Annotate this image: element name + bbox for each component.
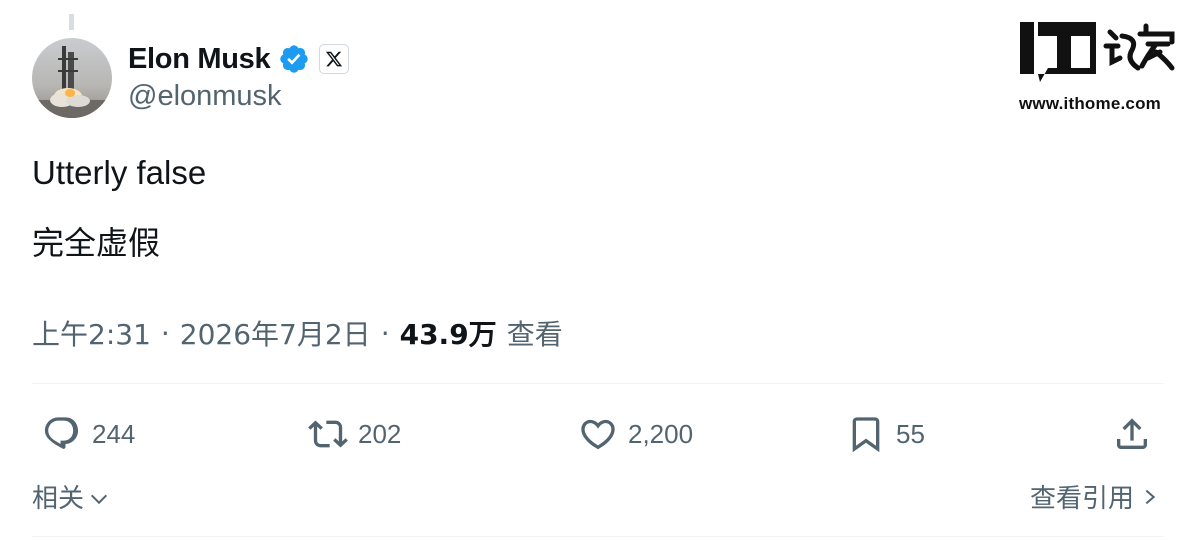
repost-count: 202 — [358, 418, 402, 449]
tweet-meta: 上午2:31 · 2026年7月2日 · 43.9万 查看 — [32, 313, 563, 353]
tweet-text: Utterly false — [32, 154, 207, 191]
reply-icon — [44, 417, 79, 449]
views-label[interactable]: 查看 — [507, 313, 563, 353]
view-quotes-link[interactable]: 查看引用 — [1030, 478, 1160, 515]
repost-icon — [308, 420, 348, 448]
share-button[interactable] — [1112, 408, 1152, 460]
reply-button[interactable]: 244 — [42, 408, 135, 460]
watermark-url: www.ithome.com — [1019, 94, 1161, 113]
like-count: 2,200 — [628, 418, 694, 449]
views-count[interactable]: 43.9万 — [400, 313, 497, 353]
verified-badge-icon[interactable] — [278, 43, 310, 75]
related-label: 相关 — [32, 484, 85, 514]
heart-icon — [581, 419, 615, 450]
view-quotes-label: 查看引用 — [1029, 484, 1134, 514]
bookmark-icon — [852, 417, 880, 453]
display-name[interactable]: Elon Musk — [128, 43, 271, 76]
repost-button[interactable]: 202 — [308, 408, 401, 460]
x-affiliation-badge[interactable] — [319, 44, 350, 74]
action-bar: 244 202 2,200 55 — [32, 408, 1164, 460]
x-logo-icon — [326, 51, 343, 67]
tweet-time[interactable]: 上午2:31 — [32, 313, 151, 353]
author-name-row: Elon Musk — [128, 40, 350, 78]
like-button[interactable]: 2,200 — [578, 408, 693, 460]
tweet-date[interactable]: 2026年7月2日 — [180, 313, 371, 353]
divider — [32, 536, 1164, 537]
author-handle[interactable]: @elonmusk — [128, 80, 282, 113]
tweet-detail: Elon Musk @elonmusk www.ithome.com Utter… — [0, 0, 1196, 540]
share-icon — [1117, 418, 1147, 449]
chevron-right-icon — [1145, 489, 1156, 504]
rocket-launch-image — [32, 38, 112, 118]
meta-separator: · — [380, 316, 390, 350]
chevron-down-icon — [90, 494, 108, 504]
scrollbar-thumb[interactable] — [69, 14, 74, 30]
bookmark-button[interactable]: 55 — [846, 408, 925, 460]
avatar[interactable] — [32, 38, 112, 118]
related-toggle[interactable]: 相关 — [32, 478, 110, 515]
reply-count: 244 — [92, 418, 136, 449]
meta-separator: · — [160, 316, 170, 350]
divider — [32, 383, 1164, 384]
tweet-translation: 完全虚假 — [32, 224, 161, 262]
bookmark-count: 55 — [896, 418, 925, 449]
